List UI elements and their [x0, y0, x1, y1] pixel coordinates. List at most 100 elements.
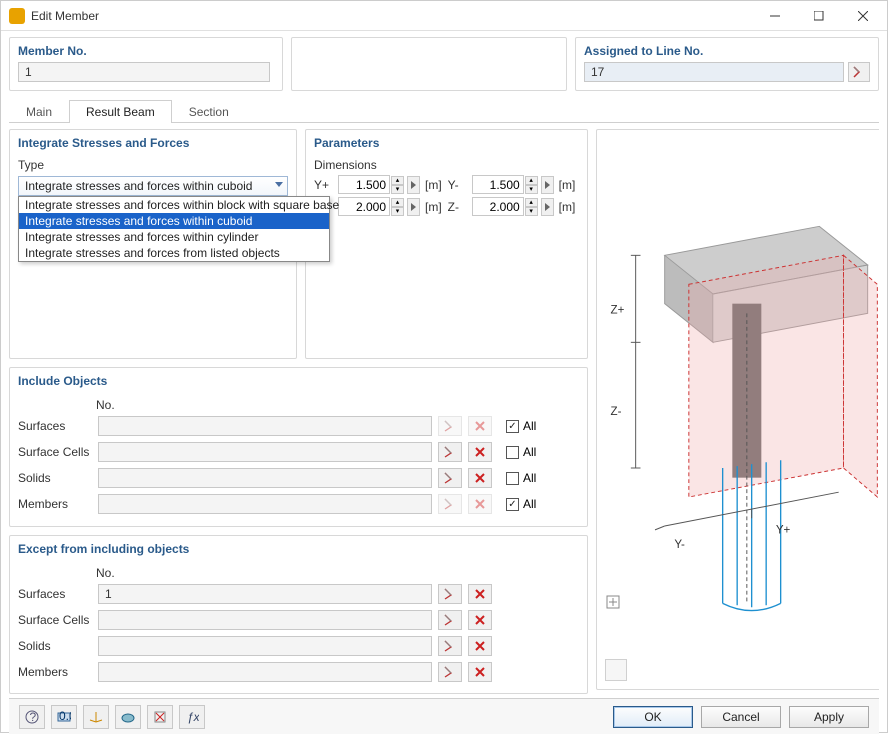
spin-down-button[interactable]: ▾: [391, 185, 404, 194]
minimize-button[interactable]: [753, 2, 797, 30]
exclude-button[interactable]: [147, 705, 173, 729]
clear-button[interactable]: [468, 662, 492, 682]
diagram-yplus-label: Y+: [776, 523, 791, 536]
zminus-input[interactable]: [472, 197, 524, 216]
svg-text:?: ?: [30, 710, 37, 724]
type-option[interactable]: Integrate stresses and forces within cyl…: [19, 229, 329, 245]
middle-empty-group: [291, 37, 567, 91]
except-row: Solids: [18, 636, 579, 656]
cuboid-diagram: Z+ Z- Y- Y+: [596, 129, 879, 690]
diagram-options-button[interactable]: [605, 659, 627, 681]
row-label: Surfaces: [18, 587, 96, 601]
unit-label: [m]: [559, 200, 576, 214]
unit-label: [m]: [425, 200, 442, 214]
all-checkbox[interactable]: All: [506, 471, 536, 485]
spin-up-button[interactable]: ▴: [391, 176, 404, 185]
render-button[interactable]: [115, 705, 141, 729]
all-label: All: [523, 471, 536, 485]
yplus-label: Y+: [314, 178, 336, 192]
spin-up-button[interactable]: ▴: [525, 176, 538, 185]
clear-button: [468, 494, 492, 514]
type-option[interactable]: Integrate stresses and forces within blo…: [19, 197, 329, 213]
clear-button[interactable]: [468, 584, 492, 604]
function-button[interactable]: ƒx: [179, 705, 205, 729]
yminus-apply-button[interactable]: [541, 176, 554, 194]
diagram-zminus-label: Z-: [611, 404, 622, 417]
include-row: Solids All: [18, 468, 579, 488]
ok-button[interactable]: OK: [613, 706, 693, 728]
tab-main[interactable]: Main: [9, 100, 69, 123]
tab-section[interactable]: Section: [172, 100, 246, 123]
pick-line-button[interactable]: [848, 62, 870, 82]
spin-down-button[interactable]: ▾: [525, 185, 538, 194]
spin-up-button[interactable]: ▴: [391, 198, 404, 207]
close-button[interactable]: [841, 2, 885, 30]
apply-button[interactable]: Apply: [789, 706, 869, 728]
clear-button[interactable]: [468, 610, 492, 630]
row-input[interactable]: [98, 636, 432, 656]
zplus-apply-button[interactable]: [407, 198, 420, 216]
clear-button[interactable]: [468, 636, 492, 656]
axes-button[interactable]: [83, 705, 109, 729]
type-dropdown[interactable]: Integrate stresses and forces within cub…: [18, 176, 288, 196]
except-row: Members: [18, 662, 579, 682]
row-input[interactable]: [98, 468, 432, 488]
row-input[interactable]: [98, 662, 432, 682]
pick-in-view-button: [438, 416, 462, 436]
pick-in-view-button[interactable]: [438, 468, 462, 488]
yplus-input[interactable]: [338, 175, 390, 194]
pick-in-view-button[interactable]: [438, 584, 462, 604]
parameters-group: Parameters Dimensions Y+ ▴▾ [m] Y- ▴▾ [m…: [305, 129, 588, 359]
zplus-input[interactable]: [338, 197, 390, 216]
assigned-line-group: Assigned to Line No. 17: [575, 37, 879, 91]
row-input[interactable]: [98, 442, 432, 462]
pick-in-view-button[interactable]: [438, 636, 462, 656]
pick-in-view-button[interactable]: [438, 662, 462, 682]
row-label: Members: [18, 665, 96, 679]
row-input[interactable]: [98, 416, 432, 436]
parameters-title: Parameters: [314, 136, 579, 150]
row-input[interactable]: 1: [98, 584, 432, 604]
diagram-zplus-label: Z+: [611, 303, 625, 316]
integrate-title: Integrate Stresses and Forces: [18, 136, 288, 150]
spin-down-button[interactable]: ▾: [525, 207, 538, 216]
zminus-apply-button[interactable]: [541, 198, 554, 216]
pick-in-view-button[interactable]: [438, 610, 462, 630]
no-header: No.: [96, 398, 115, 412]
row-input[interactable]: [98, 610, 432, 630]
type-option[interactable]: Integrate stresses and forces from liste…: [19, 245, 329, 261]
clear-button: [468, 416, 492, 436]
assigned-line-field[interactable]: 17: [584, 62, 844, 82]
include-row: Surface Cells All: [18, 442, 579, 462]
except-objects-group: Except from including objects No. Surfac…: [9, 535, 588, 695]
type-dropdown-list[interactable]: Integrate stresses and forces within blo…: [18, 196, 330, 262]
units-button[interactable]: 0.00: [51, 705, 77, 729]
help-button[interactable]: ?: [19, 705, 45, 729]
tab-result-beam[interactable]: Result Beam: [69, 100, 172, 123]
all-label: All: [523, 497, 536, 511]
member-no-field[interactable]: 1: [18, 62, 270, 82]
type-option[interactable]: Integrate stresses and forces within cub…: [19, 213, 329, 229]
all-checkbox[interactable]: All: [506, 445, 536, 459]
spin-down-button[interactable]: ▾: [391, 207, 404, 216]
app-icon: [9, 8, 25, 24]
clear-button[interactable]: [468, 442, 492, 462]
yminus-input[interactable]: [472, 175, 524, 194]
maximize-button[interactable]: [797, 2, 841, 30]
row-input[interactable]: [98, 494, 432, 514]
clear-button[interactable]: [468, 468, 492, 488]
pick-in-view-button[interactable]: [438, 442, 462, 462]
row-label: Solids: [18, 471, 96, 485]
member-no-title: Member No.: [18, 44, 274, 58]
title-bar: Edit Member: [1, 1, 887, 31]
cancel-button[interactable]: Cancel: [701, 706, 781, 728]
spin-up-button[interactable]: ▴: [525, 198, 538, 207]
pick-in-view-button: [438, 494, 462, 514]
all-checkbox[interactable]: All: [506, 419, 536, 433]
include-row: Surfaces All: [18, 416, 579, 436]
yplus-apply-button[interactable]: [407, 176, 420, 194]
all-label: All: [523, 445, 536, 459]
all-checkbox[interactable]: All: [506, 497, 536, 511]
zminus-label: Z-: [448, 200, 470, 214]
integrate-stresses-group: Integrate Stresses and Forces Type Integ…: [9, 129, 297, 359]
